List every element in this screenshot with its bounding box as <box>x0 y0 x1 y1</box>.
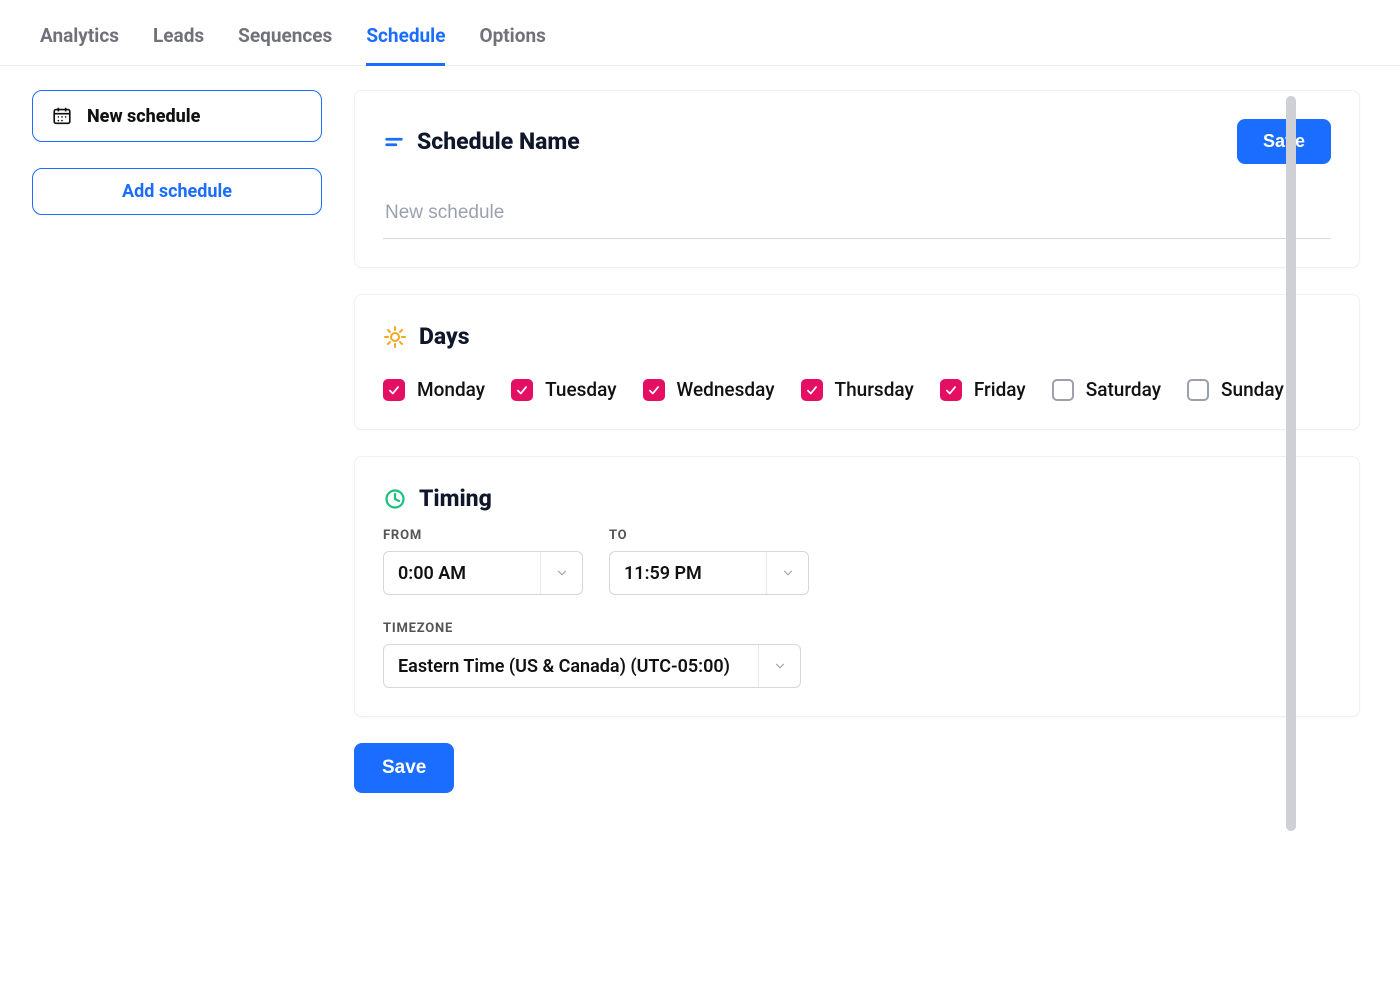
sidebar-schedule-item[interactable]: New schedule <box>32 90 322 142</box>
day-sunday-checkbox[interactable] <box>1187 379 1209 401</box>
timing-panel: Timing FROM 0:00 AM <box>354 456 1360 717</box>
timing-head: Timing <box>383 485 1331 512</box>
to-field: TO 11:59 PM <box>609 528 809 595</box>
timezone-select[interactable]: Eastern Time (US & Canada) (UTC-05:00) <box>383 644 801 688</box>
lines-icon <box>383 131 405 153</box>
from-field: FROM 0:00 AM <box>383 528 583 595</box>
day-tuesday[interactable]: Tuesday <box>511 378 616 401</box>
from-value: 0:00 AM <box>384 563 480 584</box>
timezone-value: Eastern Time (US & Canada) (UTC-05:00) <box>384 656 744 677</box>
day-sunday[interactable]: Sunday <box>1187 378 1284 401</box>
tab-sequences[interactable]: Sequences <box>238 24 332 65</box>
sidebar-schedule-item-label: New schedule <box>87 106 200 127</box>
day-monday-checkbox[interactable] <box>383 379 405 401</box>
content-body: New schedule Add schedule Schedule Name <box>0 66 1400 833</box>
tab-schedule[interactable]: Schedule <box>366 24 445 65</box>
clock-icon <box>383 487 407 511</box>
day-thursday-label: Thursday <box>835 378 914 401</box>
save-button[interactable]: Save <box>354 743 454 793</box>
day-sunday-label: Sunday <box>1221 378 1284 401</box>
day-thursday-checkbox[interactable] <box>801 379 823 401</box>
to-value: 11:59 PM <box>610 563 716 584</box>
from-label: FROM <box>383 528 583 543</box>
day-wednesday[interactable]: Wednesday <box>643 378 775 401</box>
day-saturday-label: Saturday <box>1086 378 1161 401</box>
schedule-name-head: Schedule Name Save <box>383 119 1331 164</box>
to-select[interactable]: 11:59 PM <box>609 551 809 595</box>
chevron-down-icon <box>540 552 582 594</box>
days-row: Monday Tuesday Wednesday <box>383 378 1331 401</box>
sidebar: New schedule Add schedule <box>32 90 322 793</box>
day-tuesday-label: Tuesday <box>545 378 616 401</box>
timezone-label: TIMEZONE <box>383 621 1331 636</box>
day-friday-checkbox[interactable] <box>940 379 962 401</box>
scrollbar[interactable] <box>1286 96 1296 831</box>
day-saturday-checkbox[interactable] <box>1052 379 1074 401</box>
days-head: Days <box>383 323 1331 350</box>
day-monday-label: Monday <box>417 378 485 401</box>
chevron-down-icon <box>766 552 808 594</box>
from-select[interactable]: 0:00 AM <box>383 551 583 595</box>
days-panel: Days Monday Tuesday <box>354 294 1360 430</box>
day-thursday[interactable]: Thursday <box>801 378 914 401</box>
day-wednesday-checkbox[interactable] <box>643 379 665 401</box>
tabs: Analytics Leads Sequences Schedule Optio… <box>0 0 1400 66</box>
main-column: Schedule Name Save <box>354 90 1360 793</box>
schedule-name-title: Schedule Name <box>417 128 580 155</box>
schedule-name-save-button[interactable]: Save <box>1237 119 1331 164</box>
schedule-name-panel: Schedule Name Save <box>354 90 1360 268</box>
tab-analytics[interactable]: Analytics <box>40 24 119 65</box>
tab-options[interactable]: Options <box>479 24 545 65</box>
schedule-name-input[interactable] <box>383 192 1331 239</box>
timezone-field: TIMEZONE Eastern Time (US & Canada) (UTC… <box>383 621 1331 688</box>
day-wednesday-label: Wednesday <box>677 378 775 401</box>
day-tuesday-checkbox[interactable] <box>511 379 533 401</box>
chevron-down-icon <box>758 645 800 687</box>
day-saturday[interactable]: Saturday <box>1052 378 1161 401</box>
add-schedule-button[interactable]: Add schedule <box>32 168 322 215</box>
page: Analytics Leads Sequences Schedule Optio… <box>0 0 1400 981</box>
days-title: Days <box>419 323 470 350</box>
to-label: TO <box>609 528 809 543</box>
day-friday-label: Friday <box>974 378 1026 401</box>
calendar-icon <box>51 105 73 127</box>
tab-leads[interactable]: Leads <box>153 24 204 65</box>
day-monday[interactable]: Monday <box>383 378 485 401</box>
sun-icon <box>383 325 407 349</box>
timing-title: Timing <box>419 485 492 512</box>
day-friday[interactable]: Friday <box>940 378 1026 401</box>
